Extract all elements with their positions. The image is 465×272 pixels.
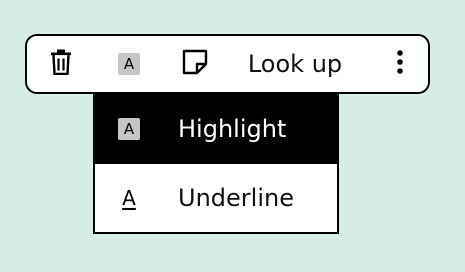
highlight-a-icon: A xyxy=(118,52,140,75)
menu-item-label: Highlight xyxy=(178,115,287,143)
highlight-a-icon: A xyxy=(116,116,142,142)
highlight-a-glyph: A xyxy=(118,118,140,140)
note-icon xyxy=(182,49,208,79)
highlight-button[interactable]: A xyxy=(111,36,147,91)
look-up-button[interactable]: Look up xyxy=(239,36,351,91)
menu-item-label: Underline xyxy=(178,184,294,212)
underline-a-glyph: A xyxy=(122,186,136,210)
look-up-label: Look up xyxy=(247,49,343,78)
underline-a-icon: A xyxy=(116,185,142,211)
add-note-button[interactable] xyxy=(177,36,213,91)
annotation-toolbar: A Look up xyxy=(25,34,430,94)
vertical-ellipsis-icon xyxy=(396,49,404,79)
more-options-button[interactable] xyxy=(385,36,415,91)
menu-item-highlight[interactable]: A Highlight xyxy=(95,94,337,164)
highlight-style-menu: A Highlight A Underline xyxy=(93,94,339,234)
delete-button[interactable] xyxy=(43,36,79,91)
trash-icon xyxy=(50,49,72,79)
menu-item-underline[interactable]: A Underline xyxy=(95,164,337,232)
